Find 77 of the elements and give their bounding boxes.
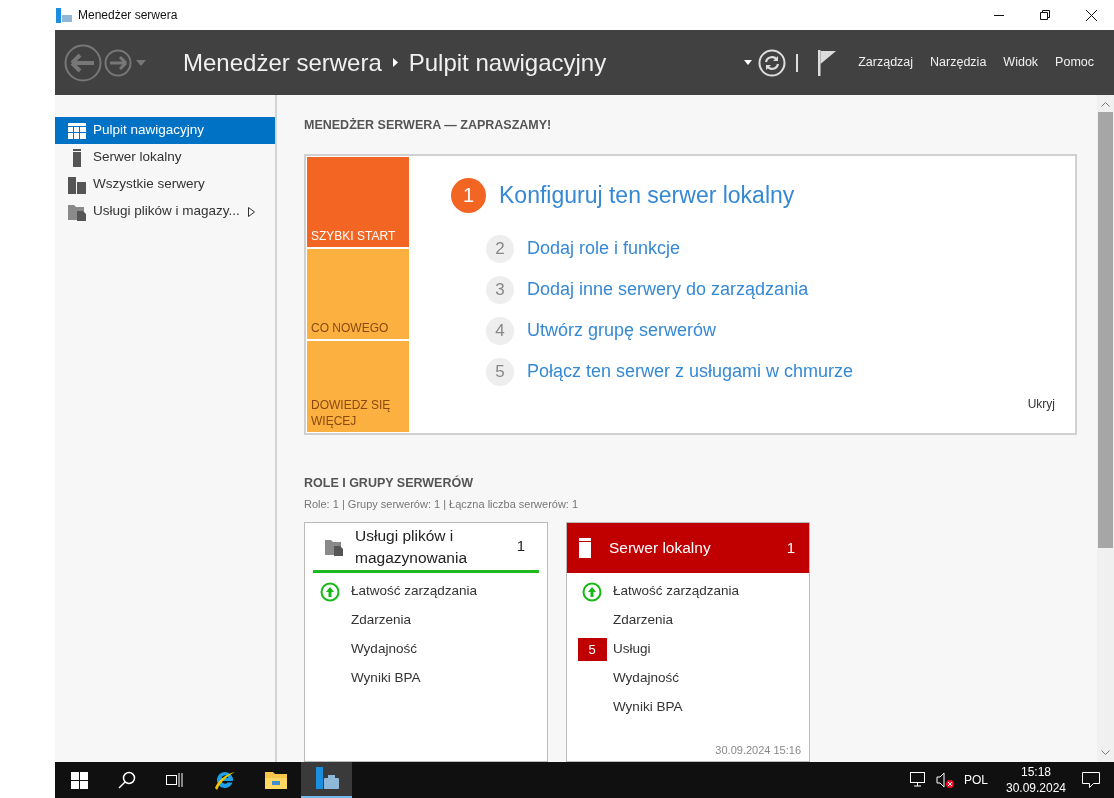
card-title: Usługi plików i magazynowania (355, 525, 468, 568)
clock-time: 15:18 (1021, 764, 1051, 780)
flag-icon[interactable] (818, 49, 837, 76)
expand-icon[interactable] (247, 206, 255, 217)
dashboard-icon (68, 122, 86, 139)
step-number: 3 (486, 275, 514, 304)
sidebar-item[interactable]: Wszystkie serwery (55, 171, 275, 198)
task-view-icon (166, 772, 184, 788)
sidebar-label: Usługi plików i magazy... (93, 202, 240, 221)
server-icon (579, 538, 591, 558)
windows-logo-icon (70, 771, 88, 789)
restore-icon (1040, 10, 1050, 20)
hide-link[interactable]: Ukryj (1027, 394, 1055, 413)
status-row[interactable]: Łatwość zarządzania (351, 581, 478, 602)
sidebar-label: Serwer lokalny (93, 148, 182, 167)
scroll-down-icon[interactable] (1101, 750, 1110, 756)
step-link[interactable]: Utwórz grupę serwerów (527, 317, 717, 345)
step-number: 5 (486, 357, 514, 386)
status-row[interactable]: Wydajność (613, 668, 679, 689)
step-number: 2 (486, 234, 514, 263)
status-row[interactable]: Łatwość zarządzania (613, 581, 740, 602)
card-title: Serwer lokalny (609, 538, 712, 558)
sidebar-label: Wszystkie serwery (93, 175, 205, 194)
step-link[interactable]: Konfiguruj ten serwer lokalny (499, 178, 795, 213)
network-icon[interactable] (910, 772, 928, 788)
sidebar-label: Pulpit nawigacyjny (93, 121, 205, 140)
dropdown-icon[interactable] (744, 60, 753, 65)
minimize-icon (994, 14, 1004, 16)
step-number: 1 (451, 177, 486, 213)
section-heading: ROLE I GRUPY SERWERÓW (304, 474, 474, 492)
status-row[interactable]: Zdarzenia (351, 610, 412, 631)
menu-item[interactable]: Widok (1003, 53, 1039, 72)
role-card[interactable]: Usługi plików i magazynowania 1 Łatwość zarządzania Zdarzenia Wydajność Wyniki BPA (304, 522, 548, 762)
step-number: 4 (486, 316, 514, 345)
close-icon (1085, 9, 1097, 21)
role-card[interactable]: Serwer lokalny 1 Łatwość zarządzania Zdarzenia 5 Usługi Wydajność Wyniki BPA 30.09.2024 15:16 (566, 522, 810, 762)
timestamp: 30.09.2024 15:16 (715, 742, 801, 758)
tile[interactable]: CO NOWEGO (307, 249, 409, 340)
section-heading: MENEDŻER SERWERA — ZAPRASZAMY! (304, 117, 553, 134)
menu-item[interactable]: Narzędzia (930, 53, 987, 72)
step-link[interactable]: Dodaj role i funkcje (527, 235, 681, 263)
language-indicator[interactable]: POL (964, 771, 988, 789)
folder-icon (325, 537, 343, 556)
breadcrumb-item[interactable]: Menedżer serwera (183, 44, 382, 81)
card-count: 1 (786, 537, 795, 558)
clock[interactable]: 15:18 30.09.2024 (1004, 764, 1068, 796)
window-title: Menedżer serwera (78, 7, 178, 24)
chevron-icon (392, 58, 398, 67)
roles-summary: Role: 1 | Grupy serwerów: 1 | Łączna liczba serwerów: 1 (304, 496, 580, 512)
alert-badge: 5 (577, 638, 607, 661)
servers-icon (68, 175, 86, 194)
status-row[interactable]: Wyniki BPA (613, 697, 683, 718)
tile[interactable]: DOWIEDZ SIĘ WIĘCEJ (307, 341, 409, 432)
step-link[interactable]: Połącz ten serwer z usługami w chmurze (527, 358, 854, 386)
folder-icon (263, 769, 288, 791)
scroll-up-icon[interactable] (1101, 101, 1110, 107)
clock-date: 30.09.2024 (1005, 780, 1067, 796)
folder-icon (68, 202, 86, 221)
search-icon (118, 771, 136, 789)
card-count: 1 (516, 536, 525, 557)
status-row[interactable]: Zdarzenia (613, 610, 674, 631)
step-link[interactable]: Dodaj inne serwery do zarządzania (527, 276, 809, 304)
sidebar-item[interactable]: Usługi plików i magazy... (55, 198, 275, 225)
status-row[interactable]: Wydajność (351, 639, 417, 660)
refresh-icon[interactable] (758, 48, 787, 77)
breadcrumb-item[interactable]: Pulpit nawigacyjny (408, 44, 607, 81)
server-manager-icon (313, 766, 340, 792)
notification-icon[interactable] (1082, 771, 1100, 789)
status-row[interactable]: Wyniki BPA (351, 668, 421, 689)
status-row[interactable]: Usługi (613, 639, 651, 660)
muted-volume-icon[interactable] (936, 772, 954, 788)
sidebar-item[interactable]: Pulpit nawigacyjny (55, 117, 275, 144)
scrollbar[interactable] (1097, 95, 1114, 762)
sidebar-item[interactable]: Serwer lokalny (55, 144, 275, 171)
app-icon (56, 7, 72, 23)
menu-item[interactable]: Pomoc (1055, 53, 1094, 72)
menu-item[interactable]: Zarządzaj (858, 53, 914, 72)
